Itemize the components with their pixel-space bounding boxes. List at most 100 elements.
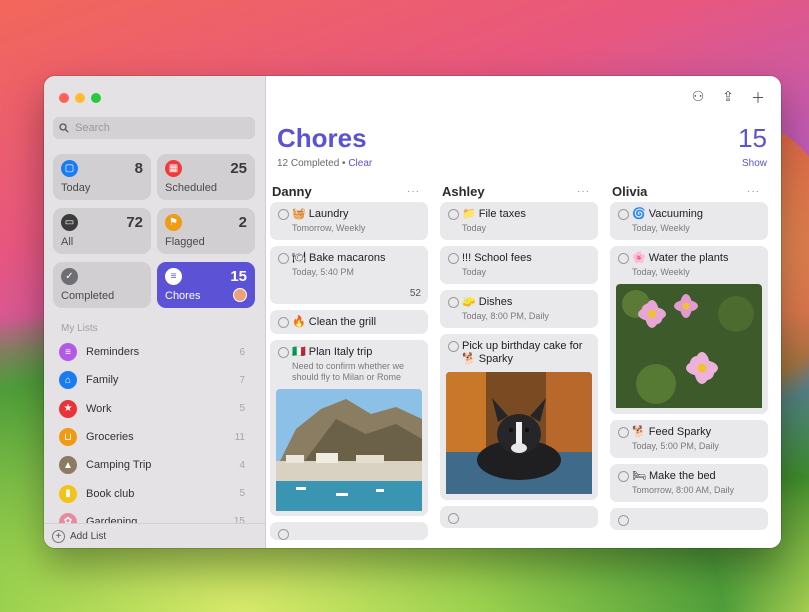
new-reminder-card[interactable] — [440, 506, 598, 528]
checkbox[interactable] — [448, 297, 459, 308]
tray-icon: ▭ — [61, 214, 78, 231]
checkbox[interactable] — [278, 317, 289, 328]
reminder-card[interactable]: 🌀 Vacuuming Today, Weekly — [610, 202, 768, 240]
zoom-button[interactable] — [91, 93, 101, 103]
attachment-badge: 52 — [409, 288, 421, 299]
checkbox[interactable] — [448, 253, 459, 264]
flowers-photo — [616, 284, 762, 413]
cart-icon: ⊔ — [59, 428, 77, 447]
checkbox[interactable] — [278, 529, 289, 540]
smart-list-chores[interactable]: ≡ 15 Chores — [157, 262, 255, 308]
checkbox[interactable] — [448, 341, 459, 352]
reminder-card[interactable]: Pick up birthday cake for 🐕 Sparky — [440, 334, 598, 500]
show-completed-button[interactable]: Show — [742, 158, 767, 169]
smart-list-label: Scheduled — [165, 182, 217, 194]
reminder-card[interactable]: 🌸 Water the plants Today, Weekly — [610, 246, 768, 414]
checkbox[interactable] — [618, 515, 629, 526]
checkbox[interactable] — [618, 253, 629, 264]
my-lists-header: My Lists — [61, 323, 98, 334]
smart-list-today[interactable]: ▢ 8 Today — [53, 154, 151, 200]
clear-completed-button[interactable]: Clear — [348, 158, 372, 169]
list-item-camping-trip[interactable]: ▲ Camping Trip 4 — [53, 451, 257, 479]
list-item-family[interactable]: ⌂ Family 7 — [53, 366, 257, 394]
column-danny: Danny ··· 🧺 Laundry Tomorrow, Weekly 🍽 B… — [270, 180, 428, 546]
new-reminder-card[interactable] — [610, 508, 768, 530]
completed-summary: 12 Completed • Clear — [277, 158, 372, 169]
reminder-card[interactable]: 🇮🇹 Plan Italy trip Need to confirm wheth… — [270, 340, 428, 516]
reminder-detail: Today, Weekly — [632, 223, 690, 233]
checkbox[interactable] — [278, 253, 289, 264]
more-icon[interactable]: ··· — [407, 186, 428, 197]
checkbox[interactable] — [278, 347, 289, 358]
reminder-card[interactable]: 🛏 Make the bed Tomorrow, 8:00 AM, Daily — [610, 464, 768, 502]
list-item-groceries[interactable]: ⊔ Groceries 11 — [53, 423, 257, 451]
checkbox[interactable] — [278, 209, 289, 220]
checkbox[interactable] — [618, 471, 629, 482]
checkbox[interactable] — [618, 209, 629, 220]
search-input[interactable] — [73, 121, 237, 135]
more-icon[interactable]: ··· — [577, 186, 598, 197]
reminder-title: !!! School fees — [462, 252, 532, 264]
reminder-card[interactable]: 🧺 Laundry Tomorrow, Weekly — [270, 202, 428, 240]
list-item-reminders[interactable]: ≡ Reminders 6 — [53, 338, 257, 366]
reminder-title: 📁 File taxes — [462, 208, 526, 220]
checkbox[interactable] — [618, 427, 629, 438]
search-field[interactable] — [53, 117, 255, 139]
reminder-title: 🍽 Bake macarons — [292, 252, 386, 264]
bookmark-icon: ▮ — [59, 484, 77, 503]
list-count: 4 — [239, 459, 245, 471]
smart-list-count: 2 — [238, 214, 247, 231]
minimize-button[interactable] — [75, 93, 85, 103]
share-icon[interactable]: ⇪ — [719, 88, 737, 108]
smart-list-label: Chores — [165, 290, 201, 302]
plus-circle-icon: + — [52, 529, 65, 543]
star-icon: ★ — [59, 399, 77, 418]
reminder-note: Need to confirm whether we should fly to… — [292, 361, 405, 382]
reminder-card[interactable]: 🧽 Dishes Today, 8:00 PM, Daily — [440, 290, 598, 328]
reminder-card[interactable]: !!! School fees Today — [440, 246, 598, 284]
checkbox[interactable] — [448, 513, 459, 524]
list-name: Reminders — [86, 346, 140, 359]
list-icon: ≡ — [165, 268, 182, 285]
column-title: Ashley — [442, 183, 485, 199]
smart-list-completed[interactable]: ✓ Completed — [53, 262, 151, 308]
smart-list-all[interactable]: ▭ 72 All — [53, 208, 151, 254]
column-header: Danny ··· — [270, 180, 428, 202]
list-title: Chores — [277, 123, 367, 153]
add-list-button[interactable]: + Add List — [44, 523, 265, 548]
dog-photo — [446, 372, 592, 499]
list-count: 6 — [239, 346, 245, 358]
list-item-work[interactable]: ★ Work 5 — [53, 395, 257, 423]
reminder-title: 🐕 Feed Sparky — [632, 426, 712, 438]
smart-list-label: Completed — [61, 290, 115, 302]
window-controls — [59, 93, 101, 103]
reminder-card[interactable]: 🔥 Clean the grill — [270, 310, 428, 334]
close-button[interactable] — [59, 93, 69, 103]
reminder-title: 🛏 Make the bed — [632, 470, 716, 482]
column-header: Ashley ··· — [440, 180, 598, 202]
smart-list-label: Flagged — [165, 236, 205, 248]
reminders-window: ▢ 8 Today ▦ 25 Scheduled ▭ 72 All ⚑ 2 Fl… — [44, 76, 781, 548]
smart-list-flagged[interactable]: ⚑ 2 Flagged — [157, 208, 255, 254]
completed-count: 12 Completed — [277, 158, 340, 169]
list-icon: ≡ — [59, 343, 77, 362]
more-icon[interactable]: ··· — [747, 186, 768, 197]
column-ashley: Ashley ··· 📁 File taxes Today !!! School… — [440, 180, 598, 534]
new-reminder-card[interactable] — [270, 522, 428, 540]
smart-list-scheduled[interactable]: ▦ 25 Scheduled — [157, 154, 255, 200]
checkbox[interactable] — [448, 209, 459, 220]
list-item-book-club[interactable]: ▮ Book club 5 — [53, 479, 257, 507]
reminder-card[interactable]: 🐕 Feed Sparky Today, 5:00 PM, Daily — [610, 420, 768, 458]
smart-list-label: Today — [61, 182, 91, 194]
add-icon[interactable]: ＋ — [749, 88, 767, 108]
reminder-card[interactable]: 📁 File taxes Today — [440, 202, 598, 240]
reminder-title: 🧽 Dishes — [462, 296, 513, 308]
toolbar: ⚇ ⇪ ＋ — [689, 88, 767, 108]
list-count: 5 — [239, 488, 245, 500]
reminder-title: Pick up birthday cake for 🐕 Sparky — [462, 340, 583, 365]
share-people-icon[interactable]: ⚇ — [689, 88, 707, 108]
reminder-card[interactable]: 🍽 Bake macarons Today, 5:40 PM 52 — [270, 246, 428, 304]
list-name: Groceries — [86, 431, 134, 444]
list-total-count: 15 — [738, 123, 767, 153]
reminder-detail: Today, Weekly — [632, 267, 690, 277]
